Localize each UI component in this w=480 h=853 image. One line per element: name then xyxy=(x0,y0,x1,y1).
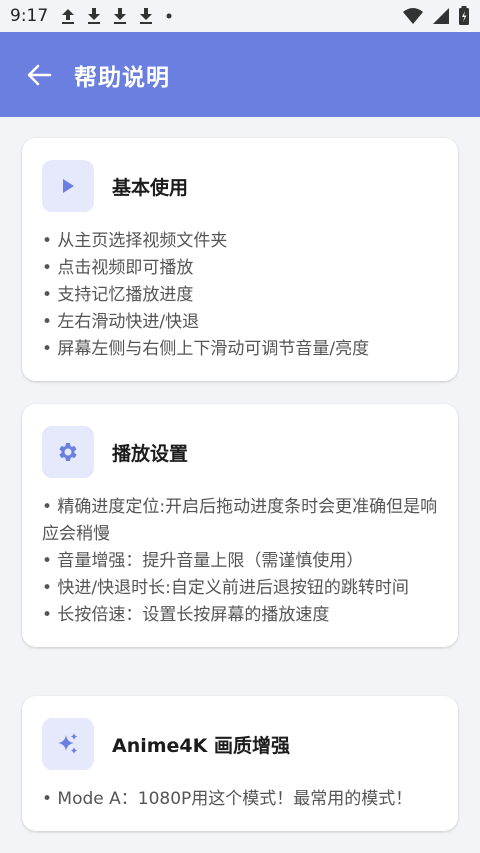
battery-icon xyxy=(459,6,469,25)
gear-icon xyxy=(59,443,77,461)
section-card-playback-settings: 播放设置 • 精确进度定位:开启后拖动进度条时会更准确但是响应会稍慢 • 音量增… xyxy=(22,404,458,647)
section-header: Anime4K 画质增强 xyxy=(42,718,438,770)
section-icon-box xyxy=(42,160,94,212)
back-button[interactable] xyxy=(22,58,56,92)
status-bar: 9:17 xyxy=(0,0,480,32)
list-item: • 快进/快退时长:自定义前进后退按钮的跳转时间 xyxy=(42,578,409,598)
download-icon xyxy=(140,8,153,24)
section-title: 播放设置 xyxy=(112,442,189,465)
notification-icons xyxy=(60,7,174,25)
list-item: • 长按倍速：设置长按屏幕的播放速度 xyxy=(42,605,330,625)
dot-icon xyxy=(166,13,172,19)
page-title: 帮助说明 xyxy=(74,64,170,91)
section-card-anime4k: Anime4K 画质增强 • Mode A：1080P用这个模式！最常用的模式！ xyxy=(22,696,458,831)
section-item-list: • Mode A：1080P用这个模式！最常用的模式！ xyxy=(42,786,438,813)
download-icon xyxy=(114,8,127,24)
list-item: • 音量增强：提升音量上限（需谨慎使用） xyxy=(42,551,364,571)
upload-icon xyxy=(62,9,75,24)
app-bar: 帮助说明 xyxy=(0,32,480,117)
play-icon xyxy=(63,179,74,193)
list-item: • 屏幕左侧与右侧上下滑动可调节音量/亮度 xyxy=(42,339,370,359)
section-title: 基本使用 xyxy=(112,176,189,199)
signal-icon xyxy=(433,8,449,24)
list-item: • 左右滑动快进/快退 xyxy=(42,312,200,332)
list-item: • 支持记忆播放进度 xyxy=(42,285,194,305)
arrow-left-icon xyxy=(27,64,52,85)
section-item-list: • 从主页选择视频文件夹 • 点击视频即可播放 • 支持记忆播放进度 • 左右滑… xyxy=(42,228,438,363)
help-content[interactable]: 基本使用 • 从主页选择视频文件夹 • 点击视频即可播放 • 支持记忆播放进度 … xyxy=(0,117,480,853)
list-item: • 精确进度定位:开启后拖动进度条时会更准确但是响应会稍慢 xyxy=(42,497,438,544)
section-header: 基本使用 xyxy=(42,160,438,212)
wifi-icon xyxy=(403,8,423,24)
section-header: 播放设置 xyxy=(42,426,438,478)
sparkle-icon xyxy=(58,733,78,754)
system-icons xyxy=(402,6,470,26)
section-title: Anime4K 画质增强 xyxy=(112,734,290,757)
list-item: • 点击视频即可播放 xyxy=(42,258,194,278)
list-item: • Mode A：1080P用这个模式！最常用的模式！ xyxy=(42,789,413,809)
list-item: • 从主页选择视频文件夹 xyxy=(42,231,228,251)
section-icon-box xyxy=(42,426,94,478)
download-icon xyxy=(88,8,101,24)
status-time: 9:17 xyxy=(10,6,49,26)
section-icon-box xyxy=(42,718,94,770)
section-card-basic-usage: 基本使用 • 从主页选择视频文件夹 • 点击视频即可播放 • 支持记忆播放进度 … xyxy=(22,138,458,381)
section-item-list: • 精确进度定位:开启后拖动进度条时会更准确但是响应会稍慢 • 音量增强：提升音… xyxy=(42,494,438,629)
